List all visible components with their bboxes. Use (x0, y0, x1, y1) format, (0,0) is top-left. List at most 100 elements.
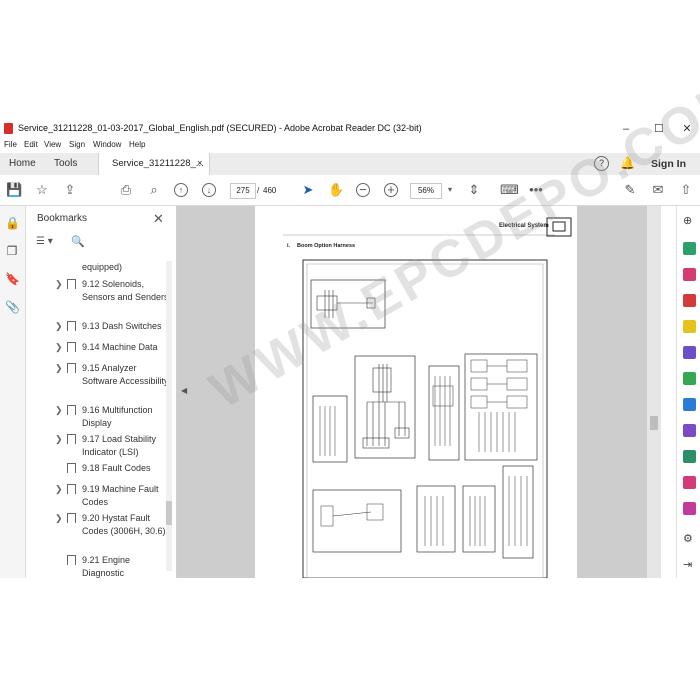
collapse-left-icon[interactable]: ◀ (181, 386, 187, 395)
bookmark-label: equipped) (82, 262, 123, 272)
email-icon[interactable]: ✉ (650, 182, 666, 198)
prev-page-icon[interactable]: ↑ (174, 183, 188, 197)
pdf-app-icon (4, 123, 13, 134)
more-tools-pane-icon[interactable] (683, 502, 696, 515)
section-number: i. (287, 243, 291, 249)
share-icon[interactable]: ⇧ (678, 182, 694, 198)
edit-pdf-icon[interactable] (683, 294, 696, 307)
select-cursor-icon[interactable]: ➤ (300, 182, 316, 198)
list-item[interactable]: 9.18 Fault Codes (55, 462, 170, 478)
chevron-right-icon[interactable]: ❯ (55, 434, 63, 445)
page-thumbnails-icon[interactable]: ❐ (5, 244, 19, 258)
zoom-search-icon[interactable]: ⊕ (683, 214, 696, 227)
left-rail: 🔒 ❐ 🔖 📎 (0, 206, 26, 578)
attachment-icon[interactable]: 📎 (5, 300, 20, 314)
menu-sign[interactable]: Sign (69, 140, 85, 149)
bookmark-item-icon (67, 555, 76, 565)
tab-document[interactable]: Service_31211228_... × (98, 153, 210, 175)
menu-edit[interactable]: Edit (24, 140, 38, 149)
document-scrollbar[interactable] (647, 206, 661, 578)
list-item[interactable]: ❯ 9.20 Hystat Fault Codes (3006H, 30.6) (55, 512, 170, 552)
send-for-signature-icon[interactable] (683, 424, 696, 437)
protect-icon[interactable] (683, 450, 696, 463)
list-item[interactable]: ❯ 9.19 Machine Fault Codes (55, 483, 170, 510)
collapse-pane-icon[interactable]: ⇥ (683, 558, 696, 571)
hand-tool-icon[interactable]: ✋ (328, 182, 344, 198)
list-item[interactable]: ❯ 9.13 Dash Switches (55, 320, 170, 336)
bookmark-label: 9.16 Multifunction Display (82, 405, 153, 428)
bookmark-item-icon (67, 321, 76, 331)
title-bar: Service_31211228_01-03-2017_Global_Engli… (0, 119, 700, 139)
page-number-input[interactable]: 275 (230, 183, 256, 199)
chevron-right-icon[interactable]: ❯ (55, 513, 63, 524)
list-item[interactable]: equipped) (55, 261, 170, 274)
bookmark-label: 9.21 Engine Diagnostic (82, 555, 131, 578)
scroll-thumb[interactable] (650, 416, 658, 430)
bookmark-item-icon (67, 484, 76, 494)
redact-icon[interactable] (683, 476, 696, 489)
create-pdf-icon[interactable] (683, 268, 696, 281)
chevron-right-icon[interactable]: ❯ (55, 321, 63, 332)
bookmarks-panel: Bookmarks ✕ ☰ ▾ 🔍 equipped) ❯ 9.12 Solen… (26, 206, 177, 578)
tab-home[interactable]: Home (9, 158, 36, 169)
section-title: Boom Option Harness (297, 243, 356, 249)
upload-icon[interactable]: ⇪ (62, 182, 78, 198)
chevron-down-icon[interactable]: ▾ (442, 182, 458, 198)
bookmark-item-icon (67, 279, 76, 289)
menu-view[interactable]: View (44, 140, 61, 149)
zoom-in-icon[interactable]: + (384, 183, 398, 197)
close-bookmarks-icon[interactable]: ✕ (153, 211, 164, 227)
tab-close-icon[interactable]: × (197, 158, 203, 169)
fit-page-icon[interactable]: ⇕ (466, 182, 482, 198)
bookmark-item-icon (67, 342, 76, 352)
export-pdf-icon[interactable] (683, 242, 696, 255)
zoom-out-icon[interactable]: − (356, 183, 370, 197)
bookmark-label: 9.15 Analyzer Software Accessibility (82, 363, 169, 386)
page-separator: / (257, 186, 260, 195)
combine-files-icon[interactable] (683, 346, 696, 359)
bookmark-label: 9.18 Fault Codes (82, 463, 151, 473)
bookmark-icon[interactable]: 🔖 (5, 272, 20, 286)
chevron-right-icon[interactable]: ❯ (55, 342, 63, 353)
chevron-right-icon[interactable]: ❯ (55, 405, 63, 416)
star-icon[interactable]: ☆ (34, 182, 50, 198)
find-icon[interactable]: ⌕ (146, 182, 162, 198)
bookmark-label: 9.19 Machine Fault Codes (82, 484, 159, 507)
list-item[interactable]: 9.21 Engine Diagnostic (55, 554, 170, 581)
settings-icon[interactable]: ⚙ (683, 532, 696, 545)
lock-icon[interactable]: 🔒 (5, 216, 20, 230)
scroll-thumb[interactable] (166, 501, 172, 525)
fill-sign-icon[interactable] (683, 398, 696, 411)
list-item[interactable]: ❯ 9.17 Load Stability Indicator (LSI) (55, 433, 170, 460)
list-item[interactable]: ❯ 9.16 Multifunction Display (55, 404, 170, 431)
menu-help[interactable]: Help (129, 140, 145, 149)
bookmark-label: 9.17 Load Stability Indicator (LSI) (82, 434, 157, 457)
bookmark-item-icon (67, 405, 76, 415)
bookmark-search-icon[interactable]: 🔍 (71, 235, 85, 248)
right-tools-pane: ⊕ ⚙ ⇥ (676, 206, 700, 578)
organize-pages-icon[interactable] (683, 372, 696, 385)
menu-file[interactable]: File (4, 140, 17, 149)
comment-icon[interactable] (683, 320, 696, 333)
save-icon[interactable]: 💾 (6, 182, 22, 198)
list-item[interactable]: ❯ 9.12 Solenoids, Sensors and Senders (55, 278, 170, 318)
bookmark-label: 9.12 Solenoids, Sensors and Senders (82, 279, 169, 302)
chevron-right-icon[interactable]: ❯ (55, 279, 63, 290)
zoom-select[interactable]: 56% (410, 183, 442, 199)
chevron-right-icon[interactable]: ❯ (55, 484, 63, 495)
bookmark-options-icon[interactable]: ☰ ▾ (36, 236, 53, 247)
list-item[interactable]: ❯ 9.14 Machine Data (55, 341, 170, 357)
menu-window[interactable]: Window (93, 140, 121, 149)
bookmark-label: 9.14 Machine Data (82, 342, 158, 352)
tab-tools[interactable]: Tools (54, 158, 77, 169)
list-item[interactable]: ❯ 9.15 Analyzer Software Accessibility (55, 362, 170, 402)
bookmark-item-icon (67, 513, 76, 523)
print-icon[interactable]: ⎙ (118, 182, 134, 198)
bookmark-label: 9.13 Dash Switches (82, 321, 162, 331)
next-page-icon[interactable]: ↓ (202, 183, 216, 197)
chevron-right-icon[interactable]: ❯ (55, 363, 63, 374)
bookmark-item-icon (67, 434, 76, 444)
bookmark-item-icon (67, 363, 76, 373)
bookmarks-scrollbar[interactable] (166, 261, 172, 571)
bookmark-item-icon (67, 463, 76, 473)
